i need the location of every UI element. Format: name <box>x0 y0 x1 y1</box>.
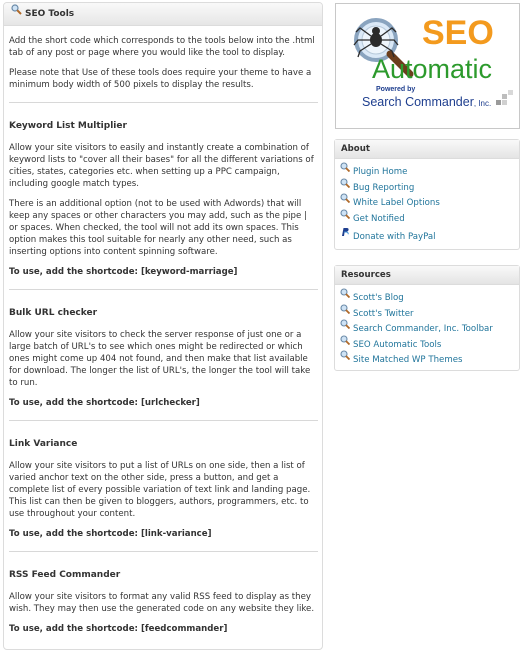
intro-paragraph: Please note that Use of these tools does… <box>9 68 312 90</box>
intro-paragraph: Add the short code which corresponds to … <box>9 36 315 58</box>
seo-automatic-logo[interactable]: SEO Automatic Powered by Search Commande… <box>335 3 520 129</box>
tool-section-link-variance: Link Variance Allow your site visitors t… <box>9 439 318 540</box>
link-label[interactable]: Site Matched WP Themes <box>353 355 462 365</box>
link-label[interactable]: Search Commander, Inc. Toolbar <box>353 324 493 334</box>
paypal-icon <box>340 227 350 244</box>
about-header: About <box>335 140 519 159</box>
magnifier-icon <box>340 350 351 367</box>
magnifier-icon <box>340 303 351 321</box>
magnifier-icon <box>340 208 351 226</box>
section-title: Keyword List Multiplier <box>9 121 127 131</box>
magnifier-icon <box>340 319 351 336</box>
magnifier-icon <box>340 334 351 352</box>
logo-brand-suffix: , Inc. <box>473 99 492 108</box>
section-paragraph: There is an additional option (not to be… <box>9 199 307 257</box>
magnifier-icon <box>340 162 351 179</box>
resources-link-toolbar[interactable]: Search Commander, Inc. Toolbar <box>340 319 519 337</box>
link-label[interactable]: Scott's Twitter <box>353 308 414 318</box>
section-paragraph: Allow your site visitors to put a list o… <box>9 461 311 519</box>
link-label[interactable]: Bug Reporting <box>353 182 414 192</box>
logo-pixel-squares <box>496 90 513 105</box>
divider <box>9 551 318 552</box>
seo-tools-panel: SEO Tools Add the short code which corre… <box>3 2 323 650</box>
divider <box>9 420 318 421</box>
resources-link-scotts-twitter[interactable]: Scott's Twitter <box>340 303 519 322</box>
logo-brand: Search Commander, Inc. <box>362 95 491 109</box>
resources-widget: Resources Scott's Blog Scott's Twitter S… <box>334 265 520 371</box>
magnifier-icon <box>340 288 351 305</box>
resources-header: Resources <box>335 266 519 285</box>
about-link-donate-paypal[interactable]: Donate with PayPal <box>340 227 519 245</box>
section-title: Bulk URL checker <box>9 308 98 318</box>
link-label[interactable]: White Label Options <box>353 198 440 208</box>
seo-tools-header: SEO Tools <box>4 3 322 26</box>
section-paragraph: Allow your site visitors to check the se… <box>9 330 311 388</box>
shortcode-text: To use, add the shortcode: [keyword-marr… <box>9 267 238 277</box>
tool-section-rss-feed-commander: RSS Feed Commander Allow your site visit… <box>9 570 318 635</box>
logo-text-seo: SEO <box>422 14 494 52</box>
section-title: RSS Feed Commander <box>9 570 121 580</box>
link-label[interactable]: Plugin Home <box>353 167 407 177</box>
logo-text-automatic: Automatic <box>372 54 493 84</box>
resources-link-scotts-blog[interactable]: Scott's Blog <box>340 288 519 306</box>
section-title: Link Variance <box>9 439 78 449</box>
about-link-bug-reporting[interactable]: Bug Reporting <box>340 177 519 196</box>
about-link-get-notified[interactable]: Get Notified <box>340 208 519 227</box>
logo-brand-name: Search Commander <box>362 95 474 109</box>
link-label[interactable]: Scott's Blog <box>353 293 404 303</box>
shortcode-text: To use, add the shortcode: [feedcommande… <box>9 624 228 634</box>
shortcode-text: To use, add the shortcode: [link-varianc… <box>9 529 212 539</box>
shortcode-text: To use, add the shortcode: [urlchecker] <box>9 398 200 408</box>
about-link-white-label-options[interactable]: White Label Options <box>340 193 519 211</box>
resources-link-seo-automatic-tools[interactable]: SEO Automatic Tools <box>340 334 519 353</box>
about-widget: About Plugin Home Bug Reporting White La… <box>334 139 520 250</box>
divider <box>9 102 318 103</box>
resources-link-site-matched-themes[interactable]: Site Matched WP Themes <box>340 350 519 368</box>
magnifier-icon <box>11 3 22 24</box>
section-paragraph: Allow your site visitors to format any v… <box>9 592 315 614</box>
intro-text: Add the short code which corresponds to … <box>9 35 318 91</box>
link-label[interactable]: Get Notified <box>353 213 405 223</box>
link-label[interactable]: SEO Automatic Tools <box>353 339 441 349</box>
page-title: SEO Tools <box>25 9 75 19</box>
tool-section-keyword-list-multiplier: Keyword List Multiplier Allow your site … <box>9 121 318 278</box>
link-label[interactable]: Donate with PayPal <box>353 232 436 242</box>
about-link-plugin-home[interactable]: Plugin Home <box>340 162 519 180</box>
magnifier-icon <box>340 177 351 195</box>
logo-powered-by: Powered by <box>376 86 416 93</box>
tool-section-bulk-url-checker: Bulk URL checker Allow your site visitor… <box>9 308 318 409</box>
section-paragraph: Allow your site visitors to easily and i… <box>9 143 314 189</box>
magnifier-icon <box>340 193 351 210</box>
divider <box>9 289 318 290</box>
